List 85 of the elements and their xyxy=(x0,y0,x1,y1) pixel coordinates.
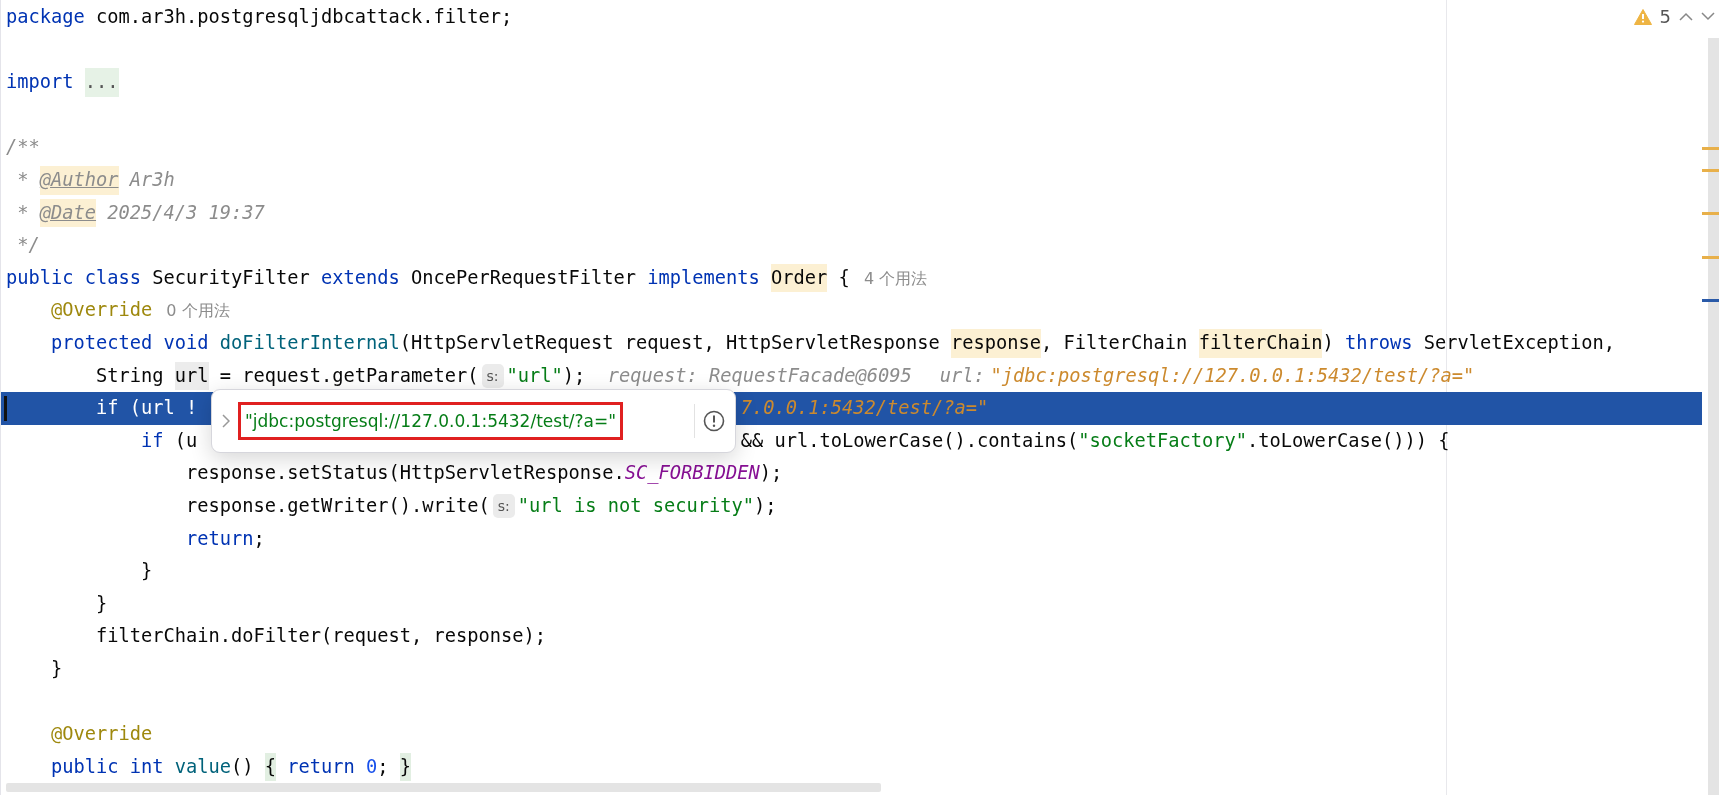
debug-value-hint: 7.0.0.1:5432/test/?a=" xyxy=(740,396,989,421)
code-token: url xyxy=(174,361,209,391)
code-token: ; xyxy=(377,754,390,779)
code-token: filterChain xyxy=(1198,328,1323,358)
code-token: } xyxy=(95,591,108,616)
code-token: 0 xyxy=(366,754,378,779)
warning-stripe-mark[interactable] xyxy=(1702,169,1719,172)
folded-code[interactable]: ... xyxy=(84,68,119,97)
code-token: "url" xyxy=(506,363,563,388)
usages-hint[interactable]: 4 个用法 xyxy=(863,268,928,288)
code-token: return xyxy=(185,526,254,551)
code-token: } xyxy=(140,559,153,584)
code-token: if xyxy=(140,428,164,453)
debug-value-hint: request: RequestFacade@6095 xyxy=(607,363,912,388)
code-token: */ xyxy=(16,233,40,258)
popup-value: "jdbc:postgresql://127.0.0.1:5432/test/?a=" xyxy=(238,402,624,441)
code-token: response.setStatus(HttpServletResponse. xyxy=(185,461,625,486)
vertical-scrollbar[interactable] xyxy=(1708,38,1719,795)
code-token: * xyxy=(16,167,30,192)
code-token: public class xyxy=(6,265,141,290)
usages-hint[interactable]: 0 个用法 xyxy=(166,301,230,321)
code-token: import xyxy=(6,70,75,95)
code-token: return xyxy=(286,754,356,779)
code-token: (u xyxy=(173,428,198,453)
code-token: 2025/4/3 19:37 xyxy=(106,200,265,225)
code-token: @Override xyxy=(50,722,153,747)
warning-stripe-mark[interactable] xyxy=(1702,147,1719,150)
code-token: && url.toLowerCase().contains( xyxy=(740,428,1079,453)
warning-icon[interactable] xyxy=(1633,8,1652,25)
code-token: filterChain.doFilter(request, response); xyxy=(95,624,547,649)
next-button[interactable] xyxy=(1701,12,1715,21)
code-token: @Date xyxy=(39,198,97,228)
code-token: package xyxy=(6,5,85,29)
code-token: @Override xyxy=(50,298,153,323)
code-token: (HttpServletRequest request, HttpServletResponse xyxy=(399,330,941,355)
code-token: ); xyxy=(754,493,777,518)
parameter-hint: s: xyxy=(481,364,504,389)
code-token: SecurityFilter xyxy=(151,265,311,290)
code-token: Order xyxy=(771,263,828,293)
code-token: response xyxy=(951,328,1042,358)
code-token: doFilterInternal xyxy=(219,330,400,355)
code-token: { xyxy=(837,265,850,290)
text-caret xyxy=(4,396,7,421)
code-token: } xyxy=(50,656,63,681)
expand-chevron-icon[interactable] xyxy=(222,414,230,429)
code-token: public int xyxy=(50,754,165,779)
code-token: throws xyxy=(1344,330,1413,355)
code-token: Ar3h xyxy=(128,167,175,192)
code-token: /** xyxy=(6,135,40,160)
code-token: = request.getParameter( xyxy=(218,363,479,388)
debug-value-hint: url: xyxy=(939,363,985,388)
code-token: extends xyxy=(321,265,400,290)
code-token: implements xyxy=(647,265,761,290)
code-token: ); xyxy=(562,363,586,388)
code-token: if xyxy=(95,396,119,421)
info-icon[interactable] xyxy=(703,410,725,433)
code-token: response.getWriter().write( xyxy=(185,493,490,518)
code-token: String xyxy=(95,363,165,388)
code-token: } xyxy=(399,752,412,782)
code-token: "socketFactory" xyxy=(1078,428,1247,453)
warning-stripe-mark[interactable] xyxy=(1702,212,1719,215)
warning-count: 5 xyxy=(1659,6,1671,27)
code-token: ) xyxy=(1322,330,1335,355)
code-token: protected void xyxy=(50,330,210,355)
code-token: ServletException, xyxy=(1422,330,1615,355)
code-token: ); xyxy=(759,461,783,486)
code-token: OncePerRequestFilter xyxy=(410,265,638,290)
previous-button[interactable] xyxy=(1679,12,1693,21)
code-token: * xyxy=(16,200,30,225)
code-token: () xyxy=(231,754,255,779)
code-token: "url is not security" xyxy=(517,493,755,518)
code-token: SC_FORBIDDEN xyxy=(624,461,760,486)
parameter-hint: s: xyxy=(492,494,515,519)
code-token: value xyxy=(174,754,232,779)
horizontal-scrollbar[interactable] xyxy=(6,783,881,792)
code-token: com.ar3h.postgresqljdbcattack.filter; xyxy=(95,5,513,29)
warning-stripe-mark[interactable] xyxy=(1702,256,1719,259)
code-token: @Author xyxy=(39,165,119,195)
code-token: ; xyxy=(253,526,265,551)
debug-value-hint: "jdbc:postgresql://127.0.0.1:5432/test/?a=" xyxy=(990,363,1475,388)
code-token: { xyxy=(264,752,277,782)
caret-stripe-mark xyxy=(1702,299,1719,302)
code-token: (url ! xyxy=(128,396,198,421)
code-token: , FilterChain xyxy=(1041,330,1189,355)
code-token: .toLowerCase())) { xyxy=(1247,428,1450,453)
